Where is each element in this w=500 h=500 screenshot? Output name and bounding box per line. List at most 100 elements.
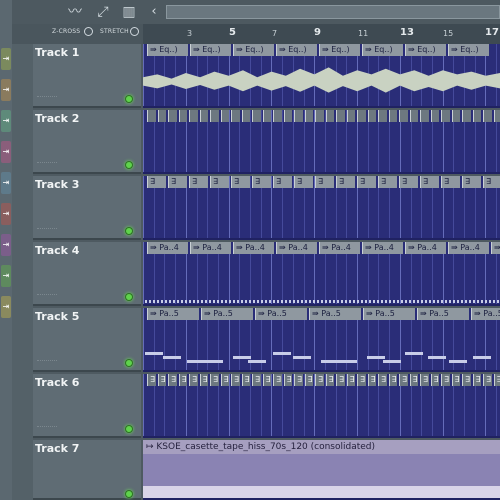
channel-select-button[interactable]: ⇥ (1, 296, 11, 318)
track-lane[interactable] (143, 110, 500, 174)
pattern-clip[interactable]: ∃ (241, 374, 250, 386)
pattern-clip[interactable]: ∃ (262, 374, 271, 386)
pattern-clip[interactable]: ⇛ Eq..) (233, 44, 274, 56)
horizontal-scrollbar[interactable] (166, 5, 500, 19)
pattern-clip[interactable]: ∃ (252, 176, 271, 188)
pattern-clip[interactable] (357, 110, 366, 122)
track-header[interactable]: Track 3 (33, 176, 141, 240)
pattern-clip[interactable] (178, 110, 187, 122)
pattern-clip[interactable]: ∃ (472, 374, 481, 386)
pattern-clip[interactable]: ∃ (315, 176, 334, 188)
pattern-clip[interactable]: ⇛ Pa..4 (147, 242, 188, 254)
pattern-clip[interactable]: ⇛ Eq..) (190, 44, 231, 56)
track-mute-led[interactable] (125, 490, 133, 498)
track-mute-led[interactable] (125, 359, 133, 367)
track-header[interactable]: Track 2 (33, 110, 141, 174)
pattern-clip[interactable]: ⇛ Pa..4 (233, 242, 274, 254)
track-mute-led[interactable] (125, 95, 133, 103)
pattern-clip[interactable] (231, 110, 240, 122)
channel-select-button[interactable]: ⇥ (1, 234, 11, 256)
pattern-clip[interactable]: ∃ (336, 374, 345, 386)
track-header[interactable]: Track 5 (33, 308, 141, 372)
track-lane[interactable]: ⇛ Eq..) ⇛ Eq..) ⇛ Eq..) ⇛ Eq..) ⇛ Eq..) ⇛ Eq.… (143, 44, 500, 108)
pattern-clip[interactable]: ∃ (462, 176, 481, 188)
scroll-left-icon[interactable]: ‹ (147, 4, 161, 20)
pattern-clip[interactable] (315, 110, 324, 122)
pattern-clip[interactable] (252, 110, 261, 122)
pattern-clip[interactable]: ∃ (168, 374, 177, 386)
pattern-clip[interactable] (472, 110, 481, 122)
track-mute-led[interactable] (125, 425, 133, 433)
pattern-clip[interactable] (451, 110, 460, 122)
pattern-clip[interactable]: ∃ (346, 374, 355, 386)
pattern-clip[interactable]: ∃ (378, 374, 387, 386)
pattern-clip[interactable] (241, 110, 250, 122)
pattern-clip[interactable] (399, 110, 408, 122)
pattern-clip[interactable] (367, 110, 376, 122)
pattern-clip[interactable]: ⇛ Pa..5 (471, 308, 500, 320)
track-header[interactable]: Track 6 (33, 374, 141, 438)
pattern-clip[interactable]: ∃ (189, 374, 198, 386)
pattern-clip[interactable]: ∃ (462, 374, 471, 386)
pattern-clip[interactable] (199, 110, 208, 122)
pattern-clip[interactable] (346, 110, 355, 122)
pattern-clip[interactable]: ⇛ Pa..5 (147, 308, 199, 320)
pattern-clip[interactable]: ⇛ Eq..) (362, 44, 403, 56)
track-lane[interactable]: ↦ KSOE_casette_tape_hiss_70s_120 (consol… (143, 440, 500, 500)
track-lane[interactable]: ∃ ∃ ∃ ∃ ∃ ∃ ∃ ∃ ∃ ∃ ∃ ∃ ∃ ∃ ∃ ∃ ∃ (143, 176, 500, 240)
pattern-clip[interactable] (420, 110, 429, 122)
pattern-clip[interactable]: ∃ (199, 374, 208, 386)
pattern-clip[interactable]: ⇛ Pa..5 (417, 308, 469, 320)
waveform-icon[interactable]: 〰 (66, 4, 84, 20)
pattern-clip[interactable]: ∃ (483, 374, 492, 386)
zcross-toggle[interactable] (84, 27, 93, 36)
pattern-clip[interactable] (273, 110, 282, 122)
pattern-clip[interactable]: ∃ (273, 176, 292, 188)
pattern-clip[interactable] (493, 110, 500, 122)
pattern-clip[interactable]: ⇛ Pa..4 (448, 242, 489, 254)
pattern-clip[interactable]: ⇛ Pa..4 (276, 242, 317, 254)
pattern-clip[interactable] (262, 110, 271, 122)
pattern-clip[interactable]: ⇛ Pa..5 (363, 308, 415, 320)
pattern-clip[interactable] (147, 110, 156, 122)
snap-icon[interactable]: ⤢ (94, 4, 112, 20)
pattern-clip[interactable]: ∃ (430, 374, 439, 386)
pattern-clip[interactable]: ⇛ Pa..4 (491, 242, 500, 254)
pattern-clip[interactable]: ⇛ Eq..) (405, 44, 446, 56)
pattern-clip[interactable] (294, 110, 303, 122)
pattern-clip[interactable] (336, 110, 345, 122)
pattern-clip[interactable]: ∃ (325, 374, 334, 386)
pattern-clip[interactable]: ∃ (441, 374, 450, 386)
pattern-clip[interactable]: ∃ (399, 176, 418, 188)
channel-select-button[interactable]: ⇥ (1, 141, 11, 163)
track-mute-led[interactable] (125, 161, 133, 169)
pattern-clip[interactable] (430, 110, 439, 122)
channel-select-button[interactable]: ⇥ (1, 110, 11, 132)
pattern-clip[interactable]: ∃ (231, 374, 240, 386)
pattern-clip[interactable]: ∃ (399, 374, 408, 386)
pattern-clip[interactable]: ∃ (294, 374, 303, 386)
pattern-clip[interactable] (462, 110, 471, 122)
pattern-clip[interactable]: ∃ (409, 374, 418, 386)
pattern-clip[interactable]: ∃ (357, 176, 376, 188)
pattern-clip[interactable]: ∃ (147, 374, 156, 386)
channel-select-button[interactable]: ⇥ (1, 172, 11, 194)
pattern-clip[interactable]: ∃ (273, 374, 282, 386)
pattern-clip[interactable]: ∃ (441, 176, 460, 188)
track-lane[interactable]: ⇛ Pa..4 ⇛ Pa..4 ⇛ Pa..4 ⇛ Pa..4 ⇛ Pa..4 ⇛ Pa.… (143, 242, 500, 306)
pattern-clip[interactable]: ⇛ Eq..) (448, 44, 489, 56)
pattern-clip[interactable] (441, 110, 450, 122)
pattern-clip[interactable]: ∃ (357, 374, 366, 386)
channel-select-button[interactable]: ⇥ (1, 203, 11, 225)
pattern-clip[interactable] (483, 110, 492, 122)
pattern-clip[interactable]: ⇛ Pa..5 (201, 308, 253, 320)
pattern-clip[interactable]: ∃ (252, 374, 261, 386)
track-mute-led[interactable] (125, 293, 133, 301)
pattern-clip[interactable] (388, 110, 397, 122)
pattern-clip[interactable]: ∃ (493, 374, 500, 386)
pattern-clip[interactable]: ⇛ Pa..4 (319, 242, 360, 254)
pattern-clip[interactable]: ⇛ Eq..) (147, 44, 188, 56)
pattern-clip[interactable] (157, 110, 166, 122)
pattern-clip[interactable]: ⇛ Pa..4 (362, 242, 403, 254)
pattern-clip[interactable]: ⇛ Pa..5 (309, 308, 361, 320)
